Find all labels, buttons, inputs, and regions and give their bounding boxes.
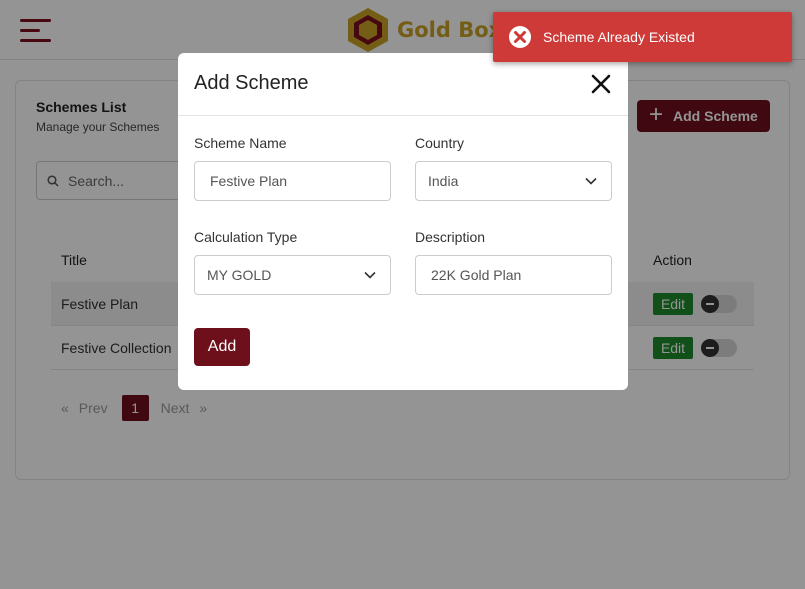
modal-title: Add Scheme: [194, 72, 309, 94]
country-select[interactable]: India: [415, 161, 612, 201]
scheme-name-input[interactable]: [194, 161, 391, 201]
country-value: India: [428, 173, 459, 189]
calculation-type-value: MY GOLD: [207, 267, 272, 283]
country-label: Country: [415, 135, 465, 151]
scheme-name-label: Scheme Name: [194, 135, 287, 151]
description-input[interactable]: [415, 255, 612, 295]
add-scheme-modal: Add Scheme Scheme Name Country India Cal…: [178, 53, 628, 390]
calculation-type-label: Calculation Type: [194, 229, 298, 245]
chevron-down-icon: [364, 271, 376, 279]
calculation-type-select[interactable]: MY GOLD: [194, 255, 391, 295]
error-icon: [509, 26, 531, 48]
chevron-down-icon: [585, 177, 597, 185]
modal-header: Add Scheme: [178, 53, 628, 116]
add-submit-button[interactable]: Add: [194, 328, 250, 366]
toast-message: Scheme Already Existed: [543, 29, 695, 45]
error-toast[interactable]: Scheme Already Existed: [493, 12, 792, 62]
close-icon[interactable]: [588, 71, 614, 97]
description-label: Description: [415, 229, 486, 245]
